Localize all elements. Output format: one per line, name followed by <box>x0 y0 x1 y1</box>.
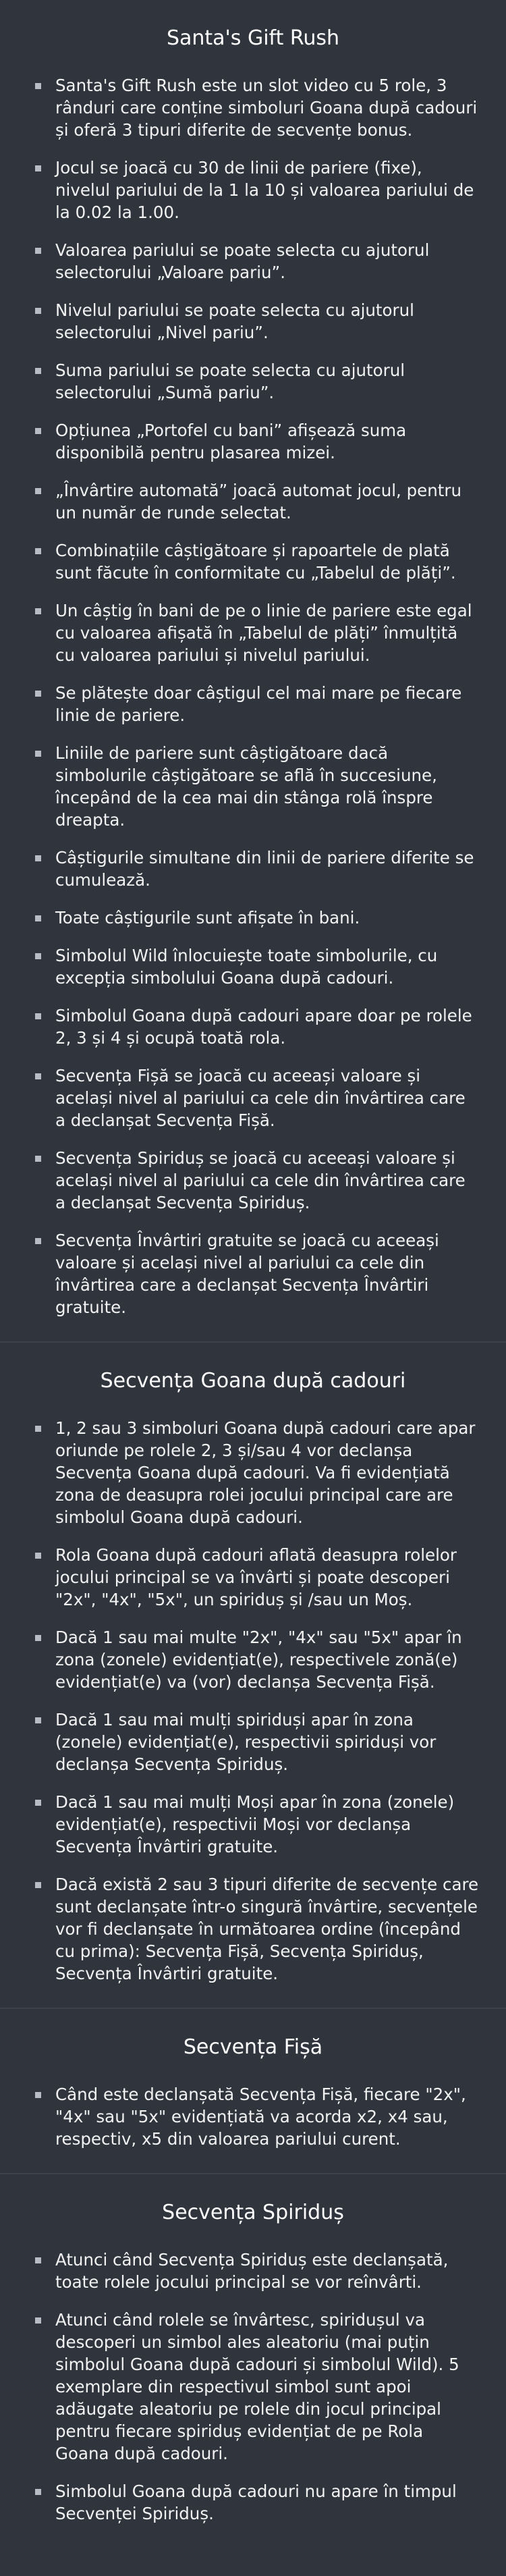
bullet-square-icon <box>35 1073 41 1079</box>
list-item: Dacă 1 sau mai mulți spiriduși apar în z… <box>35 1709 479 1775</box>
rules-list: 1, 2 sau 3 simboluri Goana după cadouri … <box>0 1417 506 1985</box>
list-item: Simbolul Goana după cadouri apare doar p… <box>35 1004 479 1049</box>
rules-list: Când este declanșată Secvența Fișă, fiec… <box>0 2083 506 2150</box>
bullet-square-icon <box>35 915 41 921</box>
bullet-square-icon <box>35 1635 41 1641</box>
list-item: „Învârtire automată” joacă automat jocul… <box>35 479 479 524</box>
list-item: Valoarea pariului se poate selecta cu aj… <box>35 239 479 284</box>
bullet-square-icon <box>35 1882 41 1888</box>
bullet-square-icon <box>35 2257 41 2263</box>
bullet-square-icon <box>35 855 41 861</box>
list-item: Combinațiile câștigătoare și rapoartele … <box>35 539 479 584</box>
section-title: Secvența Fișă <box>183 2035 323 2059</box>
list-item: Jocul se joacă cu 30 de linii de pariere… <box>35 157 479 223</box>
list-item: Toate câștigurile sunt afișate în bani. <box>35 907 479 929</box>
list-item: Dacă 1 sau mai mulți Moși apar în zona (… <box>35 1791 479 1858</box>
bullet-square-icon <box>35 2317 41 2324</box>
list-item: Secvența Fișă se joacă cu aceeași valoar… <box>35 1065 479 1131</box>
list-item: Secvența Spiriduș se joacă cu aceeași va… <box>35 1147 479 1214</box>
rules-page: Santa's Gift Rush Santa's Gift Rush este… <box>0 0 506 2548</box>
bullet-square-icon <box>35 428 41 434</box>
bullet-square-icon <box>35 1426 41 1432</box>
bullet-square-icon <box>35 83 41 89</box>
list-item: Secvența Învârtiri gratuite se joacă cu … <box>35 1229 479 1318</box>
bullet-square-icon <box>35 1156 41 1162</box>
list-item: Suma pariului se poate selecta cu ajutor… <box>35 359 479 404</box>
list-item: Câștigurile simultane din linii de parie… <box>35 847 479 891</box>
list-item: Atunci când rolele se învârtesc, spiridu… <box>35 2309 479 2465</box>
bullet-square-icon <box>35 1238 41 1244</box>
bullet-square-icon <box>35 691 41 697</box>
list-item: Rola Goana după cadouri aflată deasupra … <box>35 1544 479 1611</box>
bullet-square-icon <box>35 953 41 959</box>
list-item: 1, 2 sau 3 simboluri Goana după cadouri … <box>35 1417 479 1528</box>
bullet-square-icon <box>35 165 41 171</box>
bullet-square-icon <box>35 488 41 494</box>
bullet-square-icon <box>35 308 41 314</box>
bullet-square-icon <box>35 751 41 757</box>
list-item: Simbolul Wild înlocuiește toate simbolur… <box>35 944 479 989</box>
bullet-square-icon <box>35 548 41 554</box>
bullet-square-icon <box>35 2092 41 2098</box>
list-item: Simbolul Goana după cadouri nu apare în … <box>35 2480 479 2525</box>
list-item: Liniile de pariere sunt câștigătoare dac… <box>35 742 479 831</box>
section-title: Santa's Gift Rush <box>166 26 340 50</box>
section-title: Secvența Goana după cadouri <box>100 1369 406 1393</box>
section-title: Secvența Spiriduș <box>162 2201 344 2224</box>
list-item: Când este declanșată Secvența Fișă, fiec… <box>35 2083 479 2150</box>
bullet-square-icon <box>35 368 41 374</box>
list-item: Dacă 1 sau mai multe "2x", "4x" sau "5x"… <box>35 1626 479 1693</box>
bullet-square-icon <box>35 608 41 614</box>
list-item: Nivelul pariului se poate selecta cu aju… <box>35 299 479 344</box>
list-item: Dacă există 2 sau 3 tipuri diferite de s… <box>35 1873 479 1985</box>
section-gift-rush: Secvența Goana după cadouri 1, 2 sau 3 s… <box>0 1343 506 2009</box>
bullet-square-icon <box>35 1717 41 1723</box>
list-item: Opțiunea „Portofel cu bani” afișează sum… <box>35 419 479 464</box>
bullet-square-icon <box>35 1553 41 1559</box>
bullet-square-icon <box>35 2489 41 2495</box>
section-elf: Secvența Spiriduș Atunci când Secvența S… <box>0 2174 506 2548</box>
bullet-square-icon <box>35 1800 41 1806</box>
section-intro: Santa's Gift Rush Santa's Gift Rush este… <box>0 0 506 1343</box>
section-chip: Secvența Fișă Când este declanșată Secve… <box>0 2009 506 2174</box>
list-item: Se plătește doar câștigul cel mai mare p… <box>35 682 479 726</box>
list-item: Atunci când Secvența Spiriduș este decla… <box>35 2249 479 2293</box>
rules-list: Santa's Gift Rush este un slot video cu … <box>0 74 506 1318</box>
list-item: Santa's Gift Rush este un slot video cu … <box>35 74 479 141</box>
list-item: Un câștig în bani de pe o linie de parie… <box>35 599 479 666</box>
bullet-square-icon <box>35 1013 41 1019</box>
bullet-square-icon <box>35 248 41 254</box>
rules-list: Atunci când Secvența Spiriduș este decla… <box>0 2249 506 2525</box>
